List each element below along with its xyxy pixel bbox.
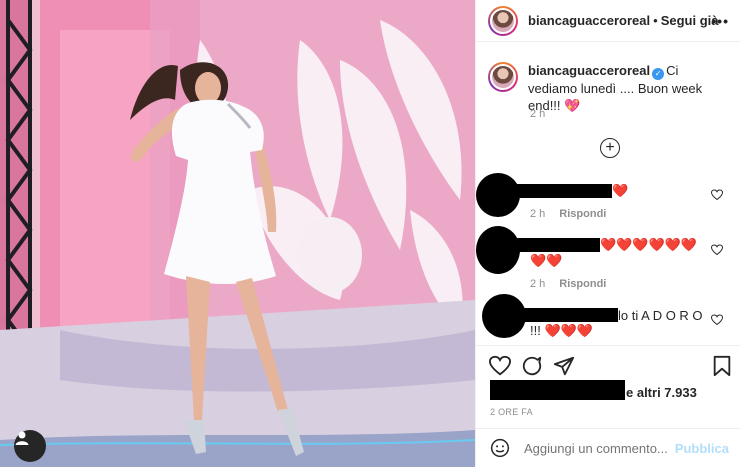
comment-3-redaction [520, 308, 618, 322]
following-button[interactable]: Segui già [661, 13, 719, 28]
author-username[interactable]: biancaguacceroreal [528, 13, 650, 28]
author-avatar[interactable] [488, 5, 518, 36]
likes-count[interactable]: e altri 7.933 [626, 385, 697, 400]
comment-1-like-heart-icon[interactable] [711, 189, 723, 201]
separator-dot: • [653, 13, 658, 28]
bookmark-icon[interactable] [712, 355, 732, 377]
comment-2-text: ❤️❤️❤️❤️❤️❤️ [600, 237, 698, 252]
publish-button[interactable]: Pubblica [675, 441, 729, 456]
photo-scene [0, 0, 475, 467]
comment-1-meta: 2 h Rispondi [530, 208, 607, 220]
add-comment-input[interactable] [524, 440, 684, 456]
liked-by-redaction [490, 380, 625, 400]
comment-2-redaction [512, 238, 600, 252]
emoji-icon[interactable] [490, 438, 510, 458]
comment-2-meta: 2 h Rispondi [530, 278, 607, 290]
plus-circle-icon[interactable]: + [600, 138, 620, 158]
comment-1-text: ❤️ [612, 183, 629, 198]
comment-3-text-line2: !!! ❤️❤️❤️ [530, 323, 594, 338]
comment-3-text: lo ti A D O R O [618, 308, 703, 323]
post-side-panel: biancaguacceroreal • Segui già ••• bianc… [475, 0, 740, 467]
heart-icon[interactable] [489, 355, 511, 377]
caption-time: 2 h [530, 108, 546, 120]
user-tag-icon [15, 431, 29, 445]
comment-3-like-heart-icon[interactable] [711, 314, 723, 326]
verified-badge-icon: ✓ [652, 68, 665, 80]
comment-2-reply-button[interactable]: Rispondi [559, 278, 606, 290]
caption-author-avatar[interactable] [488, 62, 518, 92]
comment-icon[interactable] [521, 355, 543, 377]
post-photo[interactable] [0, 0, 475, 467]
post-time: 2 ORE FA [490, 407, 533, 417]
share-icon[interactable] [553, 355, 575, 377]
comment-2-like-heart-icon[interactable] [711, 244, 723, 256]
tagged-user-icon[interactable] [14, 430, 46, 462]
add-comment-bar: Pubblica [476, 428, 740, 467]
comment-1-reply-button[interactable]: Rispondi [559, 208, 606, 220]
post-caption: biancaguacceroreal ✓ Ci vediamo lunedì ...… [488, 62, 728, 114]
comment-1-redaction [512, 184, 612, 198]
more-options-icon[interactable]: ••• [711, 13, 729, 29]
post-header: biancaguacceroreal • Segui già ••• [476, 0, 740, 42]
caption-username[interactable]: biancaguacceroreal [528, 63, 650, 78]
comment-2-text-line2: ❤️❤️ [530, 253, 563, 268]
